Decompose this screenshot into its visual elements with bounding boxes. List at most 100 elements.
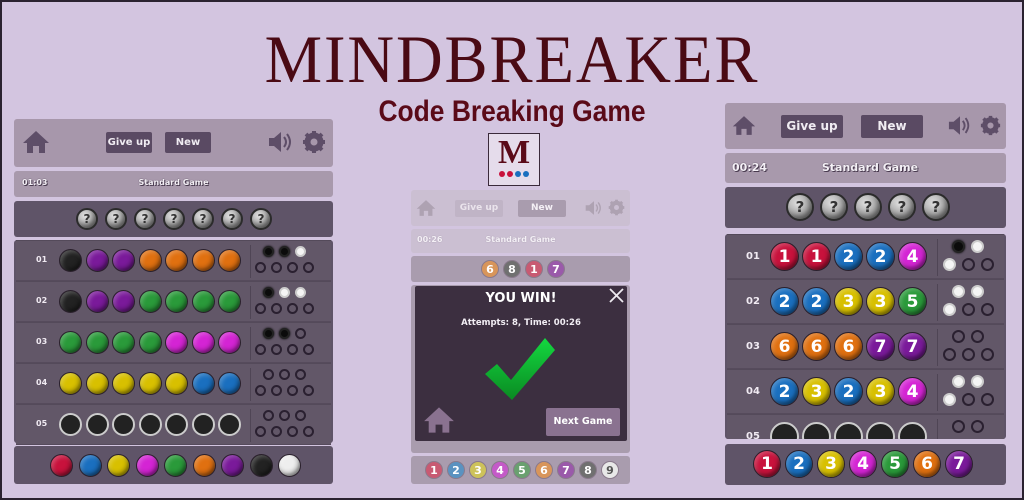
palette-color-yellow[interactable]: [107, 454, 130, 477]
empty-slot[interactable]: [898, 422, 927, 439]
palette-number-7[interactable]: 7: [557, 461, 575, 479]
empty-slot[interactable]: [59, 413, 82, 436]
empty-slot[interactable]: [218, 413, 241, 436]
color-peg: [138, 249, 162, 272]
empty-slot[interactable]: [770, 422, 799, 439]
feedback-empty-peg: [287, 262, 298, 273]
feedback-empty-peg: [981, 348, 994, 361]
palette-number-2[interactable]: 2: [447, 461, 465, 479]
home-icon[interactable]: [732, 115, 756, 140]
feedback-empty-peg: [971, 420, 984, 433]
feedback-empty-peg: [981, 303, 994, 316]
empty-slot[interactable]: [191, 413, 215, 436]
palette-color-black[interactable]: [249, 454, 273, 477]
color-peg: [218, 290, 241, 313]
palette-number-2[interactable]: 2: [785, 450, 813, 478]
number-peg: 6: [770, 332, 799, 361]
palette-number-5[interactable]: 5: [513, 461, 531, 479]
feedback-white-peg: [295, 246, 306, 257]
status-bar: 01:03 Standard Game: [14, 171, 333, 197]
empty-slot[interactable]: [112, 413, 135, 436]
empty-slot[interactable]: [138, 413, 162, 436]
guess-row: 02: [16, 281, 331, 322]
feedback-empty-peg: [279, 410, 290, 421]
guess-board: 01 02 03 04 05: [14, 240, 333, 445]
palette-number-8[interactable]: 8: [579, 461, 597, 479]
palette-color-magenta[interactable]: [135, 454, 159, 477]
next-game-button[interactable]: Next Game: [546, 408, 620, 436]
guess-board: 01 1 1 2 2 4 02 2 2 3 3 5 03 6 6 6 7 7 04 2 3 2 3 4 05: [725, 234, 1006, 439]
hidden-peg: ?: [888, 193, 916, 221]
settings-gear-icon[interactable]: [302, 130, 326, 158]
hidden-peg: ?: [76, 208, 98, 230]
row-number: 05: [36, 419, 48, 428]
palette-number-3[interactable]: 3: [469, 461, 487, 479]
palette-color-purple[interactable]: [221, 454, 244, 477]
new-game-button[interactable]: New: [518, 200, 566, 217]
palette-number-7[interactable]: 7: [945, 450, 973, 478]
number-peg: 3: [802, 377, 831, 406]
palette-number-5[interactable]: 5: [881, 450, 909, 478]
toolbar: Give up New: [14, 119, 333, 167]
palette-color-white[interactable]: [278, 454, 301, 477]
palette-number-3[interactable]: 3: [817, 450, 845, 478]
feedback-empty-peg: [271, 385, 282, 396]
feedback-empty-peg: [952, 420, 965, 433]
give-up-button[interactable]: Give up: [455, 200, 503, 217]
revealed-peg: 1: [525, 260, 543, 278]
app-title: MINDBREAKER: [264, 21, 760, 97]
color-peg: [218, 372, 241, 395]
feedback-empty-peg: [255, 303, 266, 314]
palette-color-blue[interactable]: [78, 454, 102, 477]
feedback-black-peg: [952, 240, 965, 253]
home-icon[interactable]: [423, 406, 455, 438]
feedback-empty-peg: [287, 426, 298, 437]
row-number: 01: [36, 255, 48, 264]
palette-number-1[interactable]: 1: [753, 450, 781, 478]
row-number: 04: [36, 378, 48, 387]
feedback-empty-peg: [962, 303, 975, 316]
palette-number-6[interactable]: 6: [535, 461, 553, 479]
palette-number-6[interactable]: 6: [913, 450, 941, 478]
palette-color-green[interactable]: [164, 454, 187, 477]
empty-slot[interactable]: [834, 422, 863, 439]
divider: [937, 239, 938, 276]
color-peg: [112, 249, 135, 272]
new-game-button[interactable]: New: [165, 132, 211, 153]
palette-color-orange[interactable]: [192, 454, 216, 477]
settings-gear-icon[interactable]: [980, 115, 1001, 140]
palette-number-9[interactable]: 9: [601, 461, 619, 479]
row-number: 05: [746, 431, 760, 439]
new-game-button[interactable]: New: [861, 115, 923, 138]
feedback-empty-peg: [303, 385, 314, 396]
palette-number-4[interactable]: 4: [849, 450, 877, 478]
feedback-white-peg: [279, 287, 290, 298]
divider: [250, 286, 251, 319]
revealed-peg: 6: [481, 260, 499, 278]
number-peg: 2: [770, 287, 799, 316]
home-icon[interactable]: [416, 199, 436, 221]
close-icon[interactable]: [609, 288, 624, 307]
palette-number-1[interactable]: 1: [425, 461, 443, 479]
feedback-empty-peg: [271, 303, 282, 314]
sound-icon[interactable]: [585, 200, 603, 220]
empty-slot[interactable]: [802, 422, 831, 439]
empty-slot[interactable]: [85, 413, 109, 436]
give-up-button[interactable]: Give up: [106, 132, 152, 153]
color-peg: [85, 331, 109, 354]
palette-color-red[interactable]: [50, 454, 73, 477]
empty-slot[interactable]: [866, 422, 895, 439]
sound-icon[interactable]: [268, 131, 294, 157]
divider: [250, 327, 251, 360]
empty-slot[interactable]: [165, 413, 188, 436]
guess-row: 04: [16, 363, 331, 404]
home-icon[interactable]: [22, 130, 50, 158]
color-peg: [191, 290, 215, 313]
settings-gear-icon[interactable]: [608, 199, 625, 220]
row-number: 02: [746, 296, 760, 307]
hidden-peg: ?: [922, 193, 950, 221]
sound-icon[interactable]: [948, 115, 972, 140]
palette-number-4[interactable]: 4: [491, 461, 509, 479]
give-up-button[interactable]: Give up: [781, 115, 843, 138]
status-bar: 00:26 Standard Game: [411, 229, 630, 253]
